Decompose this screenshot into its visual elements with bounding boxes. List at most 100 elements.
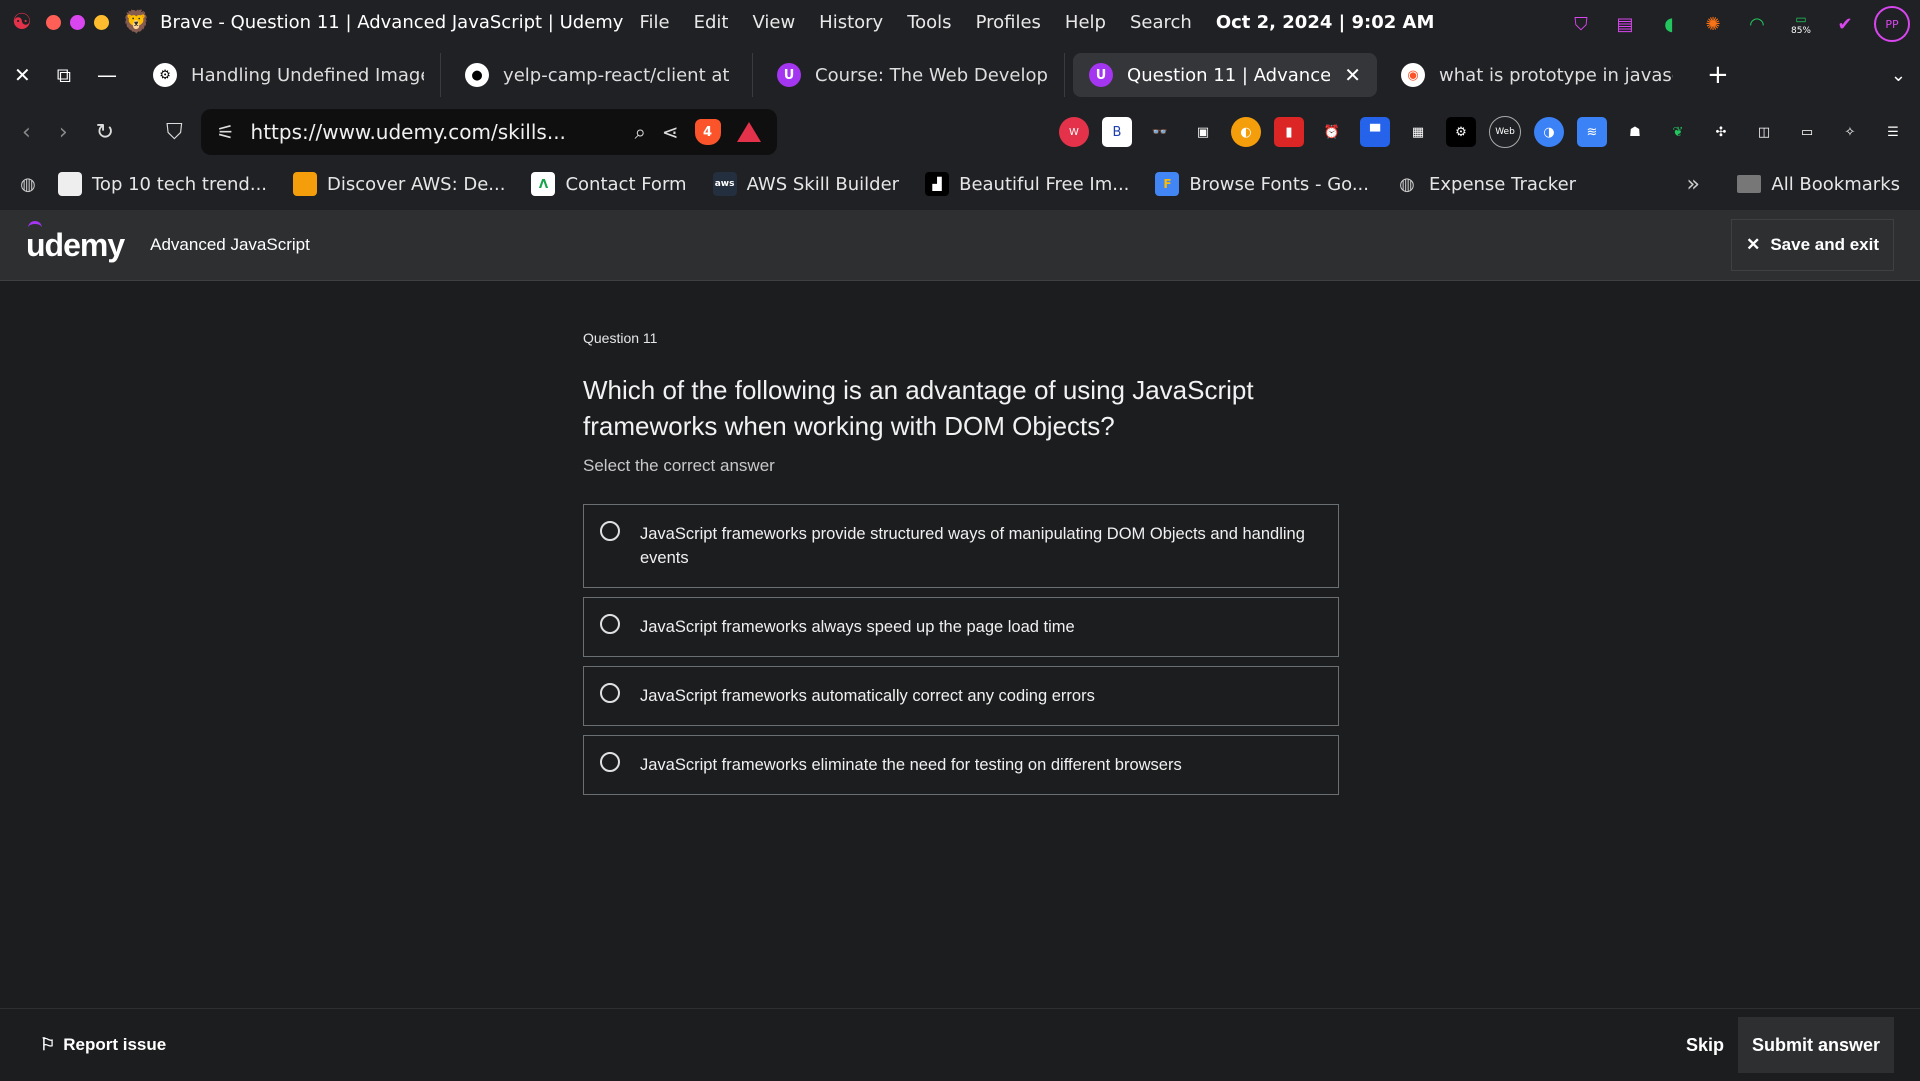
puzzle-grid-icon[interactable]: ▦: [1403, 117, 1433, 147]
answer-option[interactable]: JavaScript frameworks eliminate the need…: [583, 735, 1339, 795]
wavebox-icon[interactable]: ≋: [1577, 117, 1607, 147]
menu-icon[interactable]: ☰: [1878, 117, 1908, 147]
menu-edit[interactable]: Edit: [694, 12, 729, 33]
green-leaf-icon[interactable]: ❦: [1663, 117, 1693, 147]
vpn-shield-icon[interactable]: ⛉: [1566, 9, 1596, 39]
sidebar-icon[interactable]: ◫: [1749, 117, 1779, 147]
chevron-check-icon[interactable]: ✔: [1830, 9, 1860, 39]
maximize-window-dot[interactable]: [93, 14, 109, 30]
answer-option[interactable]: JavaScript frameworks always speed up th…: [583, 597, 1339, 657]
notes-icon[interactable]: ▤: [1610, 9, 1640, 39]
answer-text: JavaScript frameworks provide structured…: [640, 525, 1305, 567]
close-tab-icon[interactable]: ✕: [1344, 63, 1361, 87]
page-icon: [58, 172, 82, 196]
battery-icon[interactable]: ▭ 85%: [1786, 9, 1816, 39]
leo-ai-icon[interactable]: ✧: [1835, 117, 1865, 147]
clock[interactable]: Oct 2, 2024 | 9:02 AM: [1216, 12, 1435, 33]
radio-button[interactable]: [600, 752, 620, 772]
question-number: Question 11: [583, 330, 658, 346]
tab-web-developer[interactable]: U Course: The Web Developer Bo: [761, 53, 1066, 97]
bookmark-browse-fonts[interactable]: F Browse Fonts - Go...: [1155, 172, 1369, 196]
color-picker-icon[interactable]: ◑: [1534, 117, 1564, 147]
web-icon[interactable]: Web: [1489, 116, 1521, 148]
bookmark-expense-tracker[interactable]: ◍ Expense Tracker: [1395, 172, 1576, 196]
brave-rewards-icon[interactable]: [736, 122, 761, 142]
menu-view[interactable]: View: [752, 12, 795, 33]
blue-window-icon[interactable]: ▀: [1360, 117, 1390, 147]
address-bar[interactable]: ⚟ https://www.udemy.com/skills... ⌕ ⋖ 4: [200, 109, 777, 155]
bookmark-discover-aws[interactable]: Discover AWS: De...: [293, 172, 505, 196]
question-panel: Question 11 Which of the following is an…: [583, 330, 1339, 795]
chatgpt-ext-icon[interactable]: ⚙: [1446, 117, 1476, 147]
udemy-header: udemy Advanced JavaScript ✕ Save and exi…: [0, 210, 1920, 281]
all-bookmarks-button[interactable]: All Bookmarks: [1737, 174, 1900, 195]
share-icon[interactable]: ⋖: [662, 120, 679, 144]
back-icon[interactable]: ‹: [22, 120, 31, 145]
udemy-logo[interactable]: udemy: [26, 220, 125, 264]
answer-option[interactable]: JavaScript frameworks provide structured…: [583, 504, 1339, 588]
quiz-footer: ⚐ Report issue Skip Submit answer: [0, 1008, 1920, 1081]
glasses-icon[interactable]: 👓: [1145, 117, 1175, 147]
nav-buttons: ‹ › ↻: [22, 120, 114, 145]
zoom-icon[interactable]: ⌕: [635, 120, 646, 144]
close-icon[interactable]: ✕: [14, 63, 31, 87]
bookmark-free-images[interactable]: ▟ Beautiful Free Im...: [925, 172, 1129, 196]
tab-prototype-search[interactable]: ◉ what is prototype in javascript: [1385, 53, 1689, 97]
brave-shields-icon[interactable]: 4: [694, 119, 721, 145]
bookmark-top-10-tech[interactable]: Top 10 tech trend...: [58, 172, 267, 196]
radio-button[interactable]: [600, 614, 620, 634]
udemy-icon: U: [1089, 63, 1114, 87]
bookmark-contact-form[interactable]: Λ Contact Form: [531, 172, 687, 196]
new-tab-icon[interactable]: +: [1707, 60, 1729, 90]
submit-answer-button[interactable]: Submit answer: [1737, 1017, 1894, 1073]
user-icon[interactable]: ☗: [1620, 117, 1650, 147]
radio-button[interactable]: [600, 683, 620, 703]
menu-history[interactable]: History: [819, 12, 883, 33]
unsplash-icon: ▟: [925, 172, 950, 196]
chevron-down-icon[interactable]: ⌄: [1891, 65, 1906, 86]
wallet-icon[interactable]: ▭: [1792, 117, 1822, 147]
save-and-exit-button[interactable]: ✕ Save and exit: [1731, 219, 1894, 271]
tab-question-11[interactable]: U Question 11 | Advanced Ja ✕: [1073, 53, 1378, 97]
site-settings-icon[interactable]: ⚟: [217, 120, 235, 144]
profile-avatar[interactable]: PP: [1874, 6, 1910, 42]
apple-menu-icon[interactable]: ☯: [12, 10, 32, 35]
minimize-icon[interactable]: —: [97, 63, 117, 87]
extensions-icon[interactable]: ✣: [1706, 117, 1736, 147]
tab-title: Question 11 | Advanced Ja: [1127, 64, 1331, 86]
answer-option[interactable]: JavaScript frameworks automatically corr…: [583, 666, 1339, 726]
report-issue-button[interactable]: ⚐ Report issue: [40, 1035, 166, 1055]
bug-icon[interactable]: ✺: [1698, 9, 1728, 39]
wifi-icon[interactable]: ◠: [1742, 9, 1772, 39]
menu-tools[interactable]: Tools: [907, 12, 951, 33]
volume-icon[interactable]: ◖: [1654, 9, 1684, 39]
close-window-dot[interactable]: [45, 14, 61, 30]
answer-list: JavaScript frameworks provide structured…: [583, 504, 1339, 795]
url-text[interactable]: https://www.udemy.com/skills...: [251, 120, 619, 144]
course-title[interactable]: Advanced JavaScript: [150, 235, 310, 255]
b-extension-icon[interactable]: B: [1102, 117, 1132, 147]
red-book-icon[interactable]: ▮: [1274, 117, 1304, 147]
bookmark-icon[interactable]: ⛉: [166, 120, 183, 145]
menu-search[interactable]: Search: [1130, 12, 1192, 33]
menu-help[interactable]: Help: [1065, 12, 1106, 33]
menu-file[interactable]: File: [639, 12, 669, 33]
more-bookmarks-icon[interactable]: »: [1687, 172, 1700, 197]
bookmark-label: Contact Form: [565, 173, 687, 195]
globe-icon[interactable]: ◍: [16, 172, 40, 196]
restore-icon[interactable]: ⧉: [57, 63, 71, 87]
minimize-window-dot[interactable]: [69, 14, 85, 30]
wappalyzer-icon[interactable]: W: [1059, 117, 1089, 147]
globe-color-icon[interactable]: ◐: [1231, 117, 1261, 147]
tab-title: yelp-camp-react/client at mas: [503, 64, 736, 86]
bookmark-aws-skill-builder[interactable]: aws AWS Skill Builder: [712, 172, 899, 196]
tab-yelp-camp[interactable]: ● yelp-camp-react/client at mas: [449, 53, 754, 97]
radio-button[interactable]: [600, 521, 620, 541]
menu-profiles[interactable]: Profiles: [976, 12, 1041, 33]
tab-handling-undefined[interactable]: ⚙ Handling Undefined Image Err: [137, 53, 442, 97]
reload-icon[interactable]: ↻: [96, 120, 114, 145]
alarm-icon[interactable]: ⏰: [1317, 117, 1347, 147]
clipboard-icon[interactable]: ▣: [1188, 117, 1218, 147]
skip-button[interactable]: Skip: [1686, 1035, 1724, 1056]
forward-icon[interactable]: ›: [59, 120, 68, 145]
